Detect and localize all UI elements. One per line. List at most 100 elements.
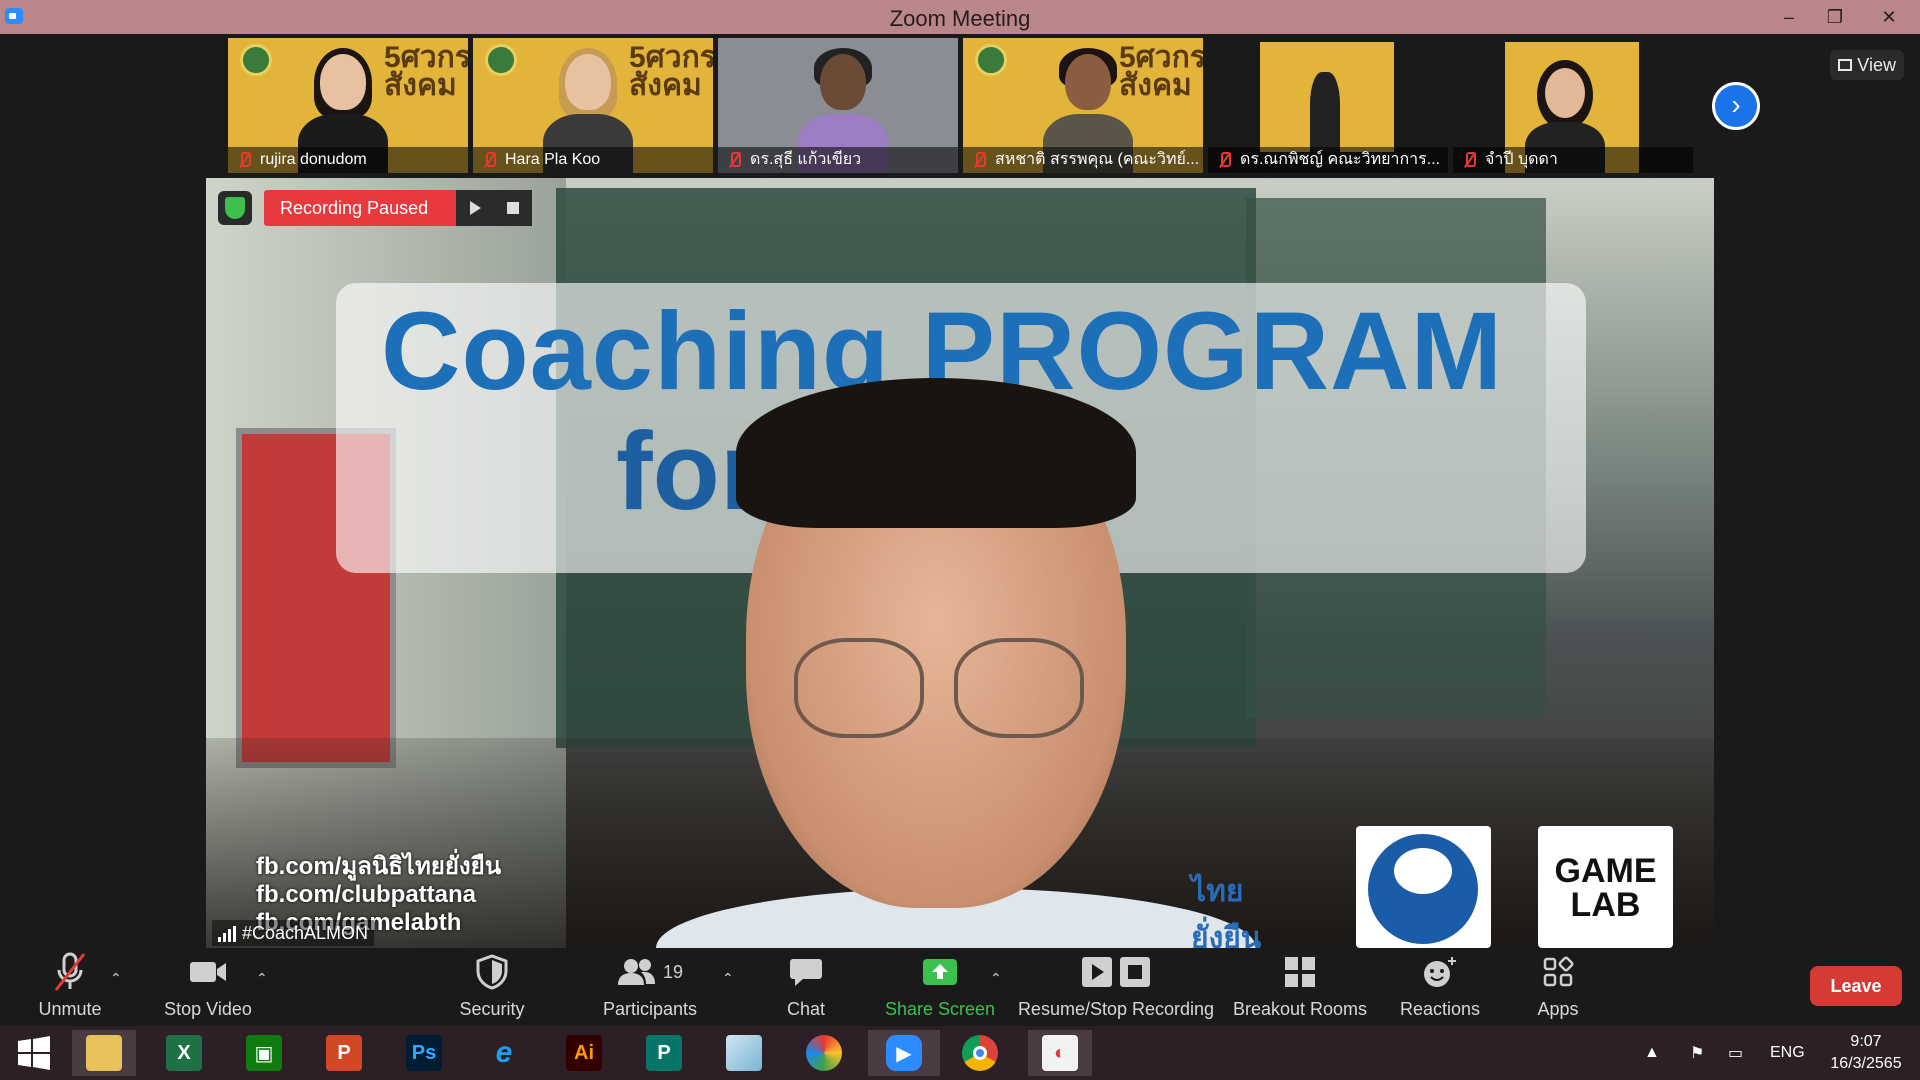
muted-mic-icon <box>727 152 741 168</box>
tray-overflow-icon[interactable]: ▲ <box>1644 1026 1660 1080</box>
file-explorer-taskbar[interactable] <box>72 1030 136 1076</box>
share-screen-label: Share Screen <box>884 999 996 1019</box>
participants-count: 19 <box>662 961 684 982</box>
illustrator-icon: Ai <box>566 1035 602 1071</box>
poster-text: 5ศวกร สังคม <box>629 41 713 102</box>
social-link: fb.com/clubpattana <box>256 881 477 908</box>
record-controls-icon <box>1081 951 1151 993</box>
action-center-flag-icon[interactable]: ⚑ <box>1690 1026 1704 1080</box>
muted-mic-icon <box>1217 152 1231 168</box>
unmute-button[interactable]: Unmute <box>22 948 118 1026</box>
stop-video-label: Stop Video <box>164 999 252 1019</box>
reactions-button[interactable]: Reactions <box>1394 948 1486 1026</box>
sponsor-logo-thaiyangyuen: ไทยยั่งยืน <box>1191 875 1262 948</box>
recording-controls: Recording Paused <box>218 190 533 226</box>
recording-label: Resume/Stop Recording <box>1017 999 1215 1019</box>
share-options-caret-icon[interactable]: ⌃ <box>990 970 1002 987</box>
play-icon <box>469 201 481 215</box>
language-indicator[interactable]: ENG <box>1770 1026 1805 1080</box>
window-title: Zoom Meeting <box>889 6 1031 31</box>
resume-stop-recording-button[interactable]: Resume/Stop Recording <box>1016 948 1216 1026</box>
security-label: Security <box>459 999 525 1019</box>
participant-tile[interactable]: ดร.สุธี แก้วเขียว <box>718 38 958 173</box>
encryption-shield-icon[interactable] <box>218 191 252 225</box>
clock-time: 9:07 <box>1850 1033 1882 1050</box>
publisher-taskbar[interactable]: P <box>632 1030 696 1076</box>
participants-options-caret-icon[interactable]: ⌃ <box>722 970 734 987</box>
notepad-icon <box>726 1035 762 1071</box>
store-bag-icon: ▣ <box>246 1035 282 1071</box>
muted-mic-icon <box>53 951 87 993</box>
leave-button[interactable]: Leave <box>1810 966 1902 1006</box>
sponsor-logo-circle <box>1356 826 1491 948</box>
signal-bars-icon <box>218 926 238 942</box>
photoshop-taskbar[interactable]: Ps <box>392 1030 456 1076</box>
restore-button[interactable]: ❐ <box>1812 0 1858 34</box>
participant-name: จำปี บุดดา <box>1453 147 1693 173</box>
share-screen-button[interactable]: Share Screen <box>884 948 996 1026</box>
breakout-rooms-button[interactable]: Breakout Rooms <box>1228 948 1372 1026</box>
view-button[interactable]: View <box>1830 50 1904 80</box>
photoscape-icon <box>806 1035 842 1071</box>
university-seal-icon <box>240 44 272 76</box>
illustrator-taskbar[interactable]: Ai <box>552 1030 616 1076</box>
photoscape-taskbar[interactable] <box>792 1030 856 1076</box>
unmute-label: Unmute <box>38 999 102 1019</box>
meeting-toolbar: Unmute ⌃ Stop Video ⌃ Security 19 Partic… <box>0 948 1920 1026</box>
apps-label: Apps <box>1537 999 1579 1019</box>
reactions-smiley-icon <box>1422 951 1458 993</box>
close-button[interactable]: ✕ <box>1858 0 1920 34</box>
participant-name: สหชาติ สรรพคุณ (คณะวิทย์... <box>963 147 1203 173</box>
participant-tile[interactable]: จำปี บุดดา <box>1453 38 1693 173</box>
participant-tile[interactable]: 5ศวกร สังคม สหชาติ สรรพคุณ (คณะวิทย์... <box>963 38 1203 173</box>
notepad-taskbar[interactable] <box>712 1030 776 1076</box>
next-page-button[interactable]: › <box>1712 82 1760 130</box>
participants-button[interactable]: 19 Participants <box>596 948 704 1026</box>
chat-button[interactable]: Chat <box>774 948 838 1026</box>
muted-mic-icon <box>237 152 251 168</box>
chat-label: Chat <box>786 999 826 1019</box>
breakout-rooms-icon <box>1283 951 1317 993</box>
view-label: View <box>1857 55 1896 75</box>
grid-view-icon <box>1838 59 1852 71</box>
chat-bubble-icon <box>789 951 823 993</box>
windows-taskbar: X ▣ P Ps e Ai P ▶ ◐ ▲ ⚑ ▭ ENG 9:07 16/3/… <box>0 1026 1920 1080</box>
video-camera-icon <box>188 951 228 993</box>
stop-recording-button[interactable] <box>494 190 533 226</box>
zoom-taskbar[interactable]: ▶ <box>868 1030 940 1076</box>
network-icon[interactable]: ▭ <box>1728 1026 1743 1080</box>
stop-icon <box>507 202 520 214</box>
participant-video <box>1260 42 1394 152</box>
chrome-icon <box>962 1035 998 1071</box>
excel-icon: X <box>166 1035 202 1071</box>
active-speaker-video: Coaching PROGRAM for urer fb.com/มูลนิธิ… <box>206 178 1714 948</box>
store-taskbar[interactable]: ▣ <box>232 1030 296 1076</box>
photoshop-icon: Ps <box>406 1035 442 1071</box>
excel-taskbar[interactable]: X <box>152 1030 216 1076</box>
start-button[interactable] <box>2 1030 66 1076</box>
system-clock[interactable]: 9:07 16/3/2565 <box>1818 1031 1914 1075</box>
muted-mic-icon <box>972 152 986 168</box>
window-titlebar: Zoom Meeting – ❐ ✕ <box>0 0 1920 34</box>
powerpoint-taskbar[interactable]: P <box>312 1030 376 1076</box>
shield-icon <box>476 951 508 993</box>
recording-status: Recording Paused <box>264 190 457 226</box>
social-link: fb.com/มูลนิธิไทยยั่งยืน <box>256 853 502 880</box>
participant-tile[interactable]: 5ศวกร สังคม Hara Pla Koo <box>473 38 713 173</box>
security-button[interactable]: Security <box>444 948 540 1026</box>
video-options-caret-icon[interactable]: ⌃ <box>256 970 268 987</box>
chrome-taskbar[interactable] <box>948 1030 1012 1076</box>
photos-icon: ◐ <box>1042 1035 1078 1071</box>
photos-taskbar[interactable]: ◐ <box>1028 1030 1092 1076</box>
participant-name: Hara Pla Koo <box>473 147 713 173</box>
internet-explorer-taskbar[interactable]: e <box>472 1030 536 1076</box>
resume-recording-button[interactable] <box>456 190 495 226</box>
minimize-button[interactable]: – <box>1766 0 1812 34</box>
apps-icon <box>1542 951 1574 993</box>
audio-options-caret-icon[interactable]: ⌃ <box>110 970 122 987</box>
apps-button[interactable]: Apps <box>1522 948 1594 1026</box>
sponsor-logo-gamelab: GAME LAB <box>1538 826 1673 948</box>
stop-video-button[interactable]: Stop Video <box>150 948 266 1026</box>
participant-tile[interactable]: 5ศวกร สังคม rujira donudom <box>228 38 468 173</box>
participant-tile[interactable]: ดร.ณกพิชญ์ คณะวิทยาการ... <box>1208 38 1448 173</box>
